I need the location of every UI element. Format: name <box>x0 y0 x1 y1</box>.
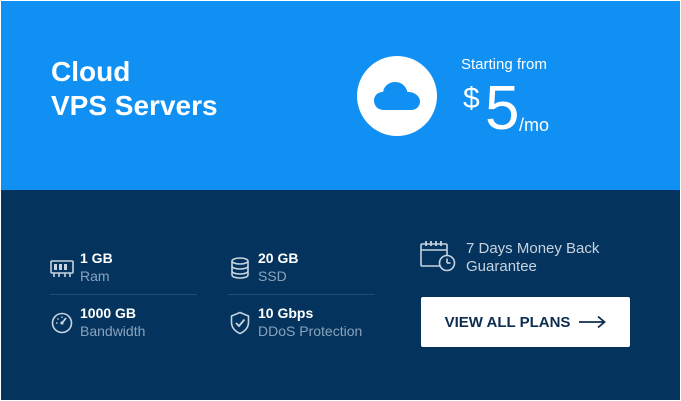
cloud-icon <box>374 82 420 110</box>
arrow-right-icon <box>578 315 607 329</box>
hero-title-line1: Cloud <box>51 56 131 87</box>
speedometer-icon <box>50 311 74 335</box>
feature-ddos: 10 Gbps DDoS Protection <box>228 305 362 340</box>
shield-check-icon <box>228 311 252 335</box>
hero-title-line2: VPS Servers <box>51 90 218 121</box>
features-panel <box>1 190 680 400</box>
feature-divider-left <box>50 294 197 295</box>
price-block: Starting from $ 5 /mo <box>461 56 550 148</box>
cloud-badge <box>357 56 437 136</box>
feature-ssd: 20 GB SSD <box>228 250 298 285</box>
database-icon <box>228 256 252 280</box>
hero-section: Cloud VPS Servers Starting from $ 5 /mo <box>1 1 680 190</box>
guarantee-line1: 7 Days Money Back <box>466 240 600 257</box>
feature-ram-label: Ram <box>80 268 110 284</box>
ram-chip-icon <box>50 256 74 280</box>
vps-plan-card: Cloud VPS Servers Starting from $ 5 /mo <box>0 0 681 401</box>
feature-bandwidth-label: Bandwidth <box>80 323 146 339</box>
feature-ssd-label: SSD <box>258 268 287 284</box>
price-period: /mo <box>519 115 550 135</box>
view-all-plans-label: VIEW ALL PLANS <box>444 313 571 331</box>
price-currency: $ <box>463 82 480 115</box>
feature-ddos-label: DDoS Protection <box>258 323 363 339</box>
feature-ram: 1 GB Ram <box>50 250 113 285</box>
feature-ssd-value: 20 GB <box>258 250 299 266</box>
price-line: $ 5 /mo <box>461 74 550 148</box>
money-back-guarantee: 7 Days Money Back Guarantee <box>420 240 599 276</box>
calendar-clock-icon <box>420 240 456 272</box>
feature-divider-right <box>228 294 375 295</box>
hero-title: Cloud VPS Servers <box>51 55 218 123</box>
price-amount: 5 <box>485 74 520 143</box>
feature-ddos-value: 10 Gbps <box>258 305 314 321</box>
feature-ram-value: 1 GB <box>80 250 113 266</box>
feature-bandwidth-value: 1000 GB <box>80 305 137 321</box>
view-all-plans-button[interactable]: VIEW ALL PLANS <box>421 297 630 347</box>
guarantee-line2: Guarantee <box>466 258 537 275</box>
feature-bandwidth: 1000 GB Bandwidth <box>50 305 145 340</box>
starting-label: Starting from <box>461 56 547 73</box>
